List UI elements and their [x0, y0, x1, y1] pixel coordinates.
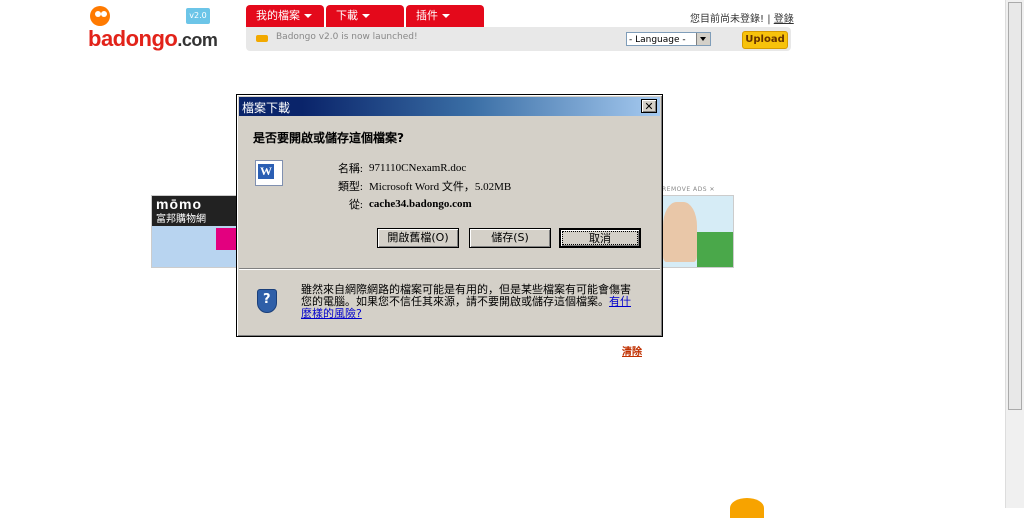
mascot-icon — [90, 6, 110, 26]
chevron-down-icon — [442, 14, 450, 18]
dialog-divider — [239, 268, 660, 270]
main-nav: 我的檔案 下載 插件 — [246, 5, 484, 27]
file-type-row: 類型: Microsoft Word 文件，5.02MB — [307, 177, 511, 195]
nav-tab-download[interactable]: 下載 — [326, 5, 404, 27]
close-icon: ✕ — [644, 100, 654, 113]
ad-banner-left[interactable]: mōmo 富邦購物網 — [151, 195, 239, 268]
dropdown-arrow-icon[interactable] — [696, 33, 710, 45]
nav-tab-plugins[interactable]: 插件 — [406, 5, 484, 27]
clear-link[interactable]: 清除 — [622, 343, 642, 358]
version-badge: v2.0 — [186, 8, 210, 24]
file-name: 971110CNexamR.doc — [369, 162, 467, 174]
login-link[interactable]: 登錄 — [774, 14, 794, 25]
close-button[interactable]: ✕ — [641, 99, 657, 113]
upload-button[interactable]: Upload — [742, 31, 788, 49]
scroll-thumb[interactable] — [1008, 2, 1022, 410]
ad-graphic — [697, 232, 733, 267]
file-download-dialog: 檔案下載 ✕ 是否要開啟或儲存這個檔案? 名稱: 971110CNexamR.d… — [236, 94, 663, 337]
cancel-button[interactable]: 取消 — [559, 228, 641, 248]
security-warning: 雖然來自網際網路的檔案可能是有用的，但是某些檔案有可能會傷害您的電腦。如果您不信… — [301, 283, 631, 320]
dialog-question: 是否要開啟或儲存這個檔案? — [253, 131, 404, 145]
ad-subtitle: 富邦購物網 — [156, 214, 206, 225]
file-type: Microsoft Word 文件，5.02MB — [369, 181, 512, 193]
ad-banner-right[interactable] — [662, 195, 734, 268]
file-name-row: 名稱: 971110CNexamR.doc — [337, 162, 467, 175]
ad-header: mōmo 富邦購物網 — [152, 196, 238, 226]
logo-wordmark: badongo.com — [88, 26, 218, 51]
word-document-icon — [255, 160, 283, 186]
mascot-icon — [730, 498, 764, 518]
announcement-bar: Badongo v2.0 is now launched! - Language… — [246, 27, 791, 51]
user-status: 您目前尚未登錄! | 登錄 — [690, 14, 794, 25]
open-button[interactable]: 開啟舊檔(O) — [377, 228, 459, 248]
dialog-title: 檔案下載 — [242, 101, 291, 115]
file-source: cache34.badongo.com — [369, 198, 472, 210]
chevron-down-icon — [304, 14, 312, 18]
ad-graphic — [216, 228, 238, 250]
remove-ads-link[interactable]: REMOVE ADS ✕ — [662, 186, 715, 193]
dialog-titlebar[interactable]: 檔案下載 ✕ — [239, 97, 660, 116]
shield-icon — [257, 289, 277, 313]
page-scrollbar[interactable] — [1005, 0, 1024, 508]
language-select[interactable]: - Language - — [626, 32, 711, 46]
announcement-icon — [256, 35, 268, 42]
file-source-row: 從: cache34.badongo.com — [348, 198, 472, 211]
save-button[interactable]: 儲存(S) — [469, 228, 551, 248]
announcement-text: Badongo v2.0 is now launched! — [276, 32, 418, 42]
ad-photo — [663, 202, 697, 262]
chevron-down-icon — [362, 14, 370, 18]
nav-tab-my-files[interactable]: 我的檔案 — [246, 5, 324, 27]
site-logo[interactable]: badongo.com v2.0 — [84, 4, 234, 56]
file-info: 名稱: 971110CNexamR.doc 類型: Microsoft Word… — [307, 159, 511, 213]
